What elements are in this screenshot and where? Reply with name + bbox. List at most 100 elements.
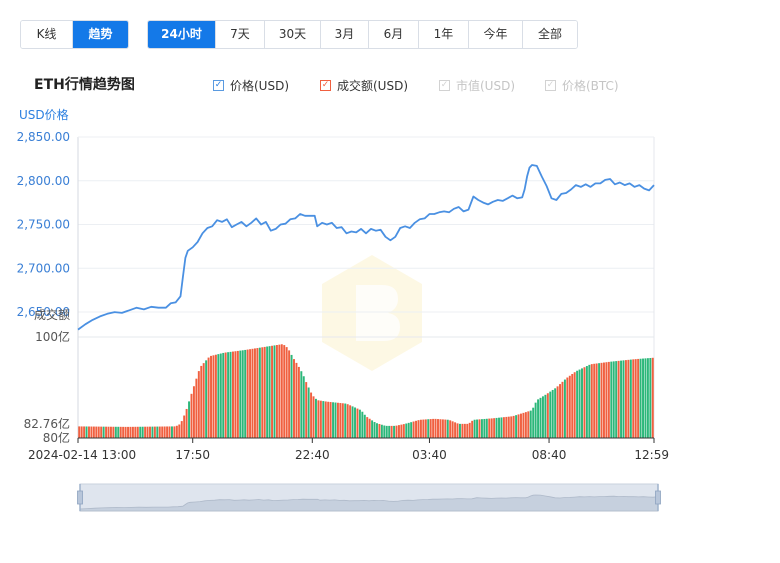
volume-bar xyxy=(629,359,632,438)
volume-bar xyxy=(642,358,644,438)
volume-bar xyxy=(283,345,286,438)
x-tick-label: 08:40 xyxy=(532,448,567,462)
volume-bar xyxy=(419,419,422,438)
volume-bar xyxy=(634,359,637,438)
volume-bar xyxy=(322,401,325,438)
volume-bar xyxy=(485,418,488,438)
volume-bar xyxy=(234,351,237,438)
watermark-logo xyxy=(322,255,422,371)
volume-bar xyxy=(339,403,342,438)
volume-bar xyxy=(549,391,552,438)
volume-bar xyxy=(119,426,122,438)
volume-bar xyxy=(219,353,222,438)
volume-bar xyxy=(507,416,510,438)
volume-bar xyxy=(222,352,225,438)
volume-bar xyxy=(573,372,576,438)
volume-bar xyxy=(317,400,320,438)
volume-bar xyxy=(217,354,220,438)
volume-bar xyxy=(302,376,305,438)
volume-bar xyxy=(493,418,496,438)
volume-bar xyxy=(478,419,481,438)
volume-bar xyxy=(305,382,308,438)
volume-bar xyxy=(563,379,566,438)
volume-bar xyxy=(146,426,149,438)
volume-bar xyxy=(476,419,479,438)
volume-tick-label: 80亿 xyxy=(43,430,70,445)
volume-bar xyxy=(534,402,537,438)
volume-bar xyxy=(78,426,81,438)
volume-bar xyxy=(581,368,583,438)
volume-bar xyxy=(92,426,95,438)
volume-bar xyxy=(195,378,198,438)
volume-bar xyxy=(227,352,230,438)
volume-bar xyxy=(263,346,266,438)
volume-bar xyxy=(249,349,252,438)
volume-bar xyxy=(168,426,171,438)
volume-bar xyxy=(170,426,173,438)
volume-bar xyxy=(612,361,615,438)
volume-bar xyxy=(351,406,354,438)
volume-bar xyxy=(232,351,234,438)
volume-bar xyxy=(354,407,356,438)
volume-bar xyxy=(158,426,161,438)
volume-bar xyxy=(88,426,90,438)
volume-bar xyxy=(620,360,623,438)
volume-bar xyxy=(83,426,86,438)
volume-bar xyxy=(637,358,640,438)
volume-bar xyxy=(490,418,493,438)
volume-bar xyxy=(314,398,317,438)
volume-bar xyxy=(488,418,491,438)
price-tick-label: 2,750.00 xyxy=(17,218,70,232)
volume-bar xyxy=(527,411,530,438)
volume-bar xyxy=(402,424,405,438)
volume-bar xyxy=(346,404,349,438)
volume-bar xyxy=(512,415,515,438)
price-tick-label: 2,850.00 xyxy=(17,130,70,144)
volume-bar xyxy=(454,422,457,438)
volume-bar xyxy=(197,371,200,438)
volume-bar xyxy=(541,396,544,438)
volume-bar xyxy=(144,426,147,438)
volume-bar xyxy=(358,409,361,438)
volume-bar xyxy=(498,417,500,438)
volume-bar xyxy=(544,394,547,438)
volume-bar xyxy=(97,426,100,438)
volume-bar xyxy=(502,417,505,438)
volume-bar xyxy=(451,421,454,438)
volume-bar xyxy=(210,355,212,438)
volume-bar xyxy=(85,426,88,438)
volume-bar xyxy=(131,426,134,438)
volume-bar xyxy=(380,424,383,438)
volume-bar xyxy=(163,426,166,438)
volume-bar xyxy=(297,366,300,438)
volume-bar xyxy=(532,407,535,438)
volume-bar xyxy=(505,416,508,438)
volume-bar xyxy=(112,426,115,438)
volume-bar xyxy=(458,423,461,438)
volume-bar xyxy=(480,419,483,438)
volume-bar xyxy=(95,426,98,438)
volume-bar xyxy=(651,357,654,438)
volume-bar xyxy=(422,419,425,438)
x-tick-label: 22:40 xyxy=(295,448,330,462)
volume-bar xyxy=(122,426,125,438)
volume-bar xyxy=(261,347,264,438)
volume-axis-label: 成交额 xyxy=(34,307,70,322)
volume-bar xyxy=(139,426,142,438)
eth-trend-chart: USD价格2,850.002,800.002,750.002,700.002,6… xyxy=(17,107,669,512)
volume-bar xyxy=(556,386,559,438)
volume-bar xyxy=(551,389,554,438)
volume-bar xyxy=(568,375,571,438)
volume-bar xyxy=(366,417,369,438)
volume-bar xyxy=(439,419,442,438)
volume-bar xyxy=(537,399,540,438)
volume-bar xyxy=(417,420,420,438)
volume-bar xyxy=(349,405,352,438)
volume-bar xyxy=(378,423,381,438)
volume-bar xyxy=(424,419,427,438)
volume-bar xyxy=(178,424,181,438)
volume-bar xyxy=(432,418,435,438)
volume-bar xyxy=(371,420,374,438)
volume-bar xyxy=(356,408,359,438)
volume-bar xyxy=(363,414,366,438)
